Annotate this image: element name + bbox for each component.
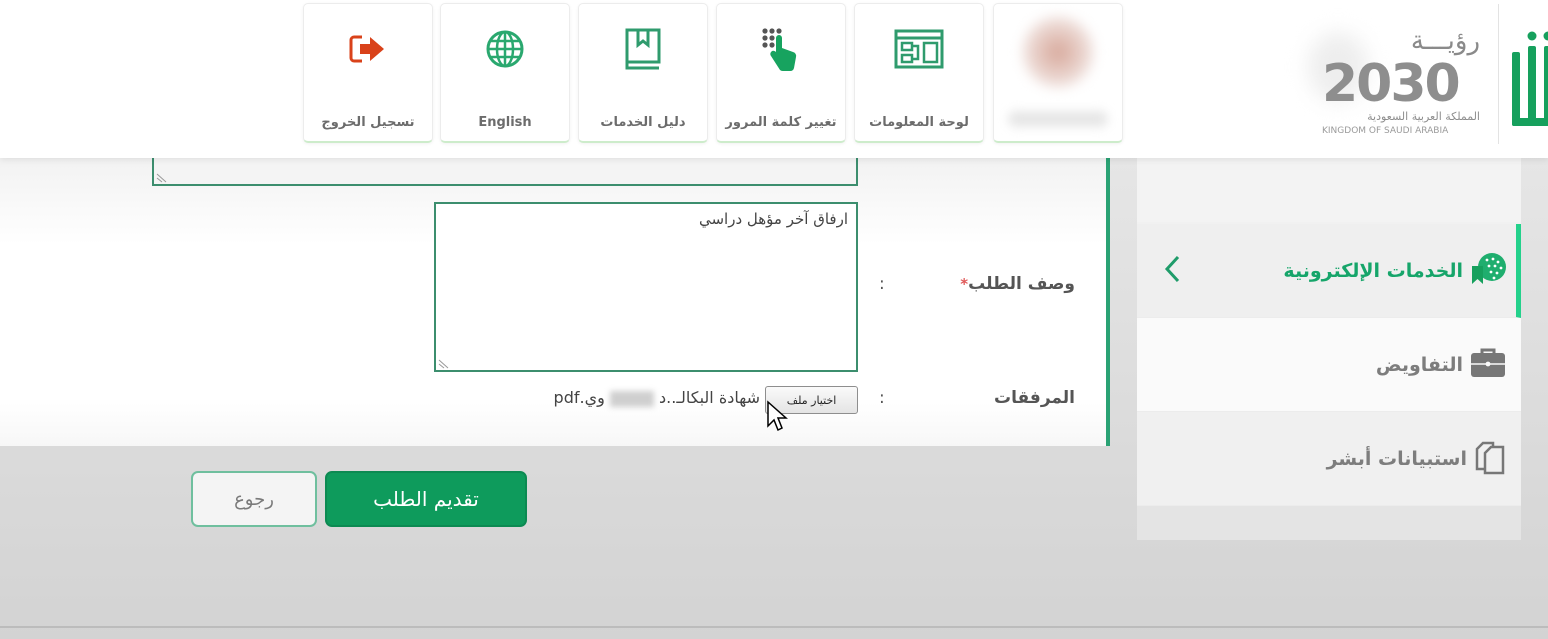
sidebar-item-e-services[interactable]: الخدمات الإلكترونية xyxy=(1137,224,1521,318)
description-colon: : xyxy=(879,274,885,294)
user-avatar xyxy=(1022,16,1094,88)
logo-divider xyxy=(1498,4,1499,144)
e-services-globe-icon xyxy=(1469,250,1507,292)
services-guide-label: دليل الخدمات xyxy=(600,115,686,130)
sidebar-item-label: الخدمات الإلكترونية xyxy=(1283,259,1463,282)
services-guide-tile[interactable]: دليل الخدمات xyxy=(578,3,708,143)
globe-icon xyxy=(485,26,525,72)
sidebar: الخدمات الإلكترونية التفاويض استبيانات أ… xyxy=(1137,150,1521,540)
mouse-cursor-icon xyxy=(767,400,788,432)
sidebar-footer xyxy=(1137,506,1521,540)
user-name-blurred xyxy=(1008,111,1108,127)
submit-request-button[interactable]: تقديم الطلب xyxy=(325,471,527,527)
file-name-blurred xyxy=(609,390,654,407)
dashboard-label: لوحة المعلومات xyxy=(869,115,969,130)
previous-textarea-bottom[interactable] xyxy=(152,158,858,186)
documents-icon xyxy=(1473,439,1507,479)
change-password-tile[interactable]: تغيير كلمة المرور xyxy=(716,3,846,143)
required-mark: * xyxy=(960,275,969,293)
back-button[interactable]: رجوع xyxy=(191,471,317,527)
attachments-label: المرفقات xyxy=(993,388,1075,408)
resize-grip-icon[interactable] xyxy=(156,171,168,183)
vision-title: رؤيـــة xyxy=(1410,26,1480,56)
briefcase-icon xyxy=(1469,347,1507,383)
top-header: تسجيل الخروج English دليل الخدمات تغيير … xyxy=(0,0,1548,158)
logout-label: تسجيل الخروج xyxy=(321,115,415,130)
logout-icon xyxy=(348,26,388,72)
keypad-touch-icon xyxy=(759,26,803,72)
kingdom-english: KINGDOM OF SAUDI ARABIA xyxy=(1322,126,1449,136)
kingdom-arabic: المملكة العربية السعودية xyxy=(1367,110,1480,123)
english-language-tile[interactable]: English xyxy=(440,3,570,143)
change-password-label: تغيير كلمة المرور xyxy=(725,115,837,130)
file-name-end: وي.pdf xyxy=(553,388,605,407)
sidebar-item-label: التفاويض xyxy=(1375,353,1463,376)
logout-tile[interactable]: تسجيل الخروج xyxy=(303,3,433,143)
book-icon xyxy=(623,26,663,72)
resize-grip-icon[interactable] xyxy=(438,357,450,369)
selected-file-name: شهادة البكالـ..د وي.pdf xyxy=(554,388,760,407)
dashboard-icon xyxy=(894,26,944,72)
sidebar-top-spacer xyxy=(1137,150,1521,222)
vision-year: 2030 xyxy=(1322,54,1461,114)
attachments-colon: : xyxy=(879,388,885,408)
page-bottom-divider xyxy=(0,626,1548,628)
description-label: وصف الطلب* xyxy=(960,274,1075,294)
vision-2030-logo: رؤيـــة 2030 المملكة العربية السعودية KI… xyxy=(1308,26,1488,138)
chevron-left-icon[interactable] xyxy=(1163,254,1181,288)
form-panel-accent-border xyxy=(1106,158,1110,446)
request-description-textarea[interactable]: ارفاق آخر مؤهل دراسي xyxy=(434,202,858,372)
english-label: English xyxy=(478,115,532,130)
sidebar-item-absher-surveys[interactable]: استبيانات أبشر xyxy=(1137,412,1521,506)
absher-logo[interactable] xyxy=(1506,6,1548,142)
dashboard-tile[interactable]: لوحة المعلومات xyxy=(854,3,984,143)
file-name-start: شهادة البكالـ..د xyxy=(659,388,760,407)
logo-area: رؤيـــة 2030 المملكة العربية السعودية KI… xyxy=(1218,0,1548,150)
user-profile-tile[interactable] xyxy=(993,3,1123,143)
description-label-text: وصف الطلب xyxy=(968,274,1075,294)
sidebar-item-delegations[interactable]: التفاويض xyxy=(1137,318,1521,412)
sidebar-item-label: استبيانات أبشر xyxy=(1326,447,1467,470)
